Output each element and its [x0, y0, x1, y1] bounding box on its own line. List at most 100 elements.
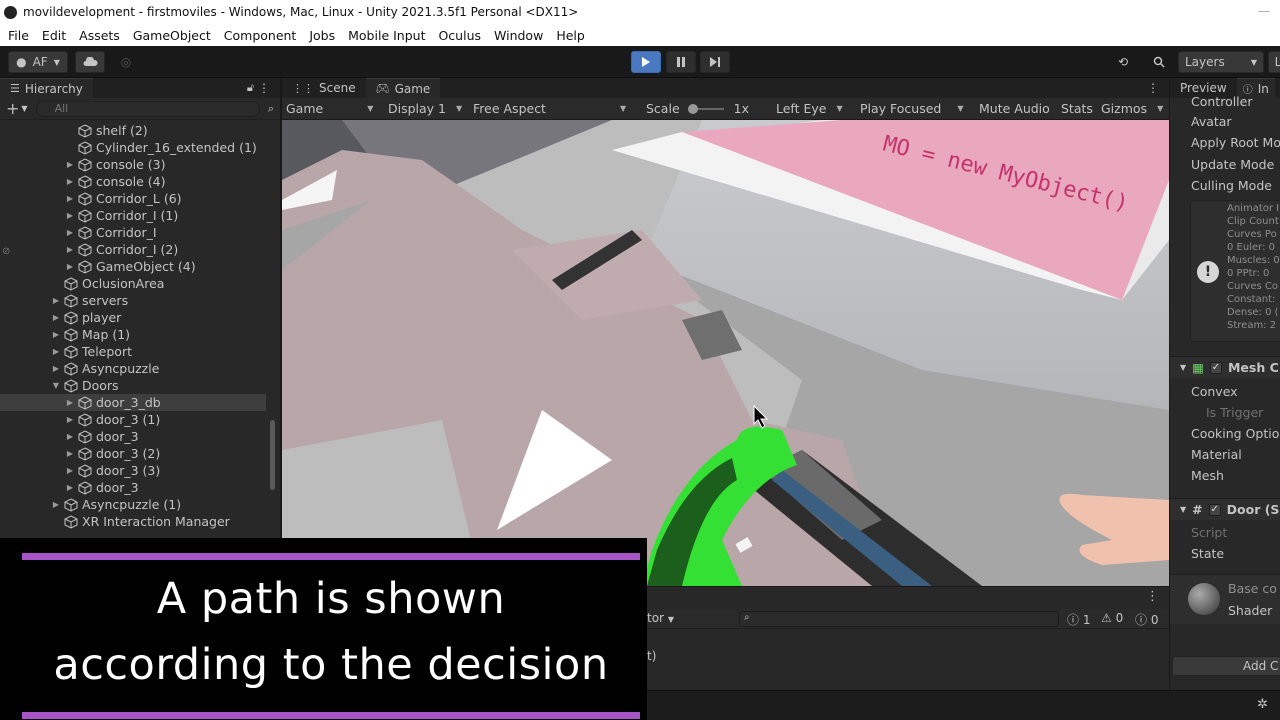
expand-arrow-icon[interactable]: ▶: [50, 500, 62, 509]
expand-arrow-icon[interactable]: ▶: [50, 347, 62, 356]
expand-arrow-icon[interactable]: ▶: [64, 262, 76, 271]
kebab-menu-icon[interactable]: ⋮: [1146, 589, 1159, 604]
search-button[interactable]: [1146, 51, 1172, 73]
expand-arrow-icon[interactable]: ▶: [64, 466, 76, 475]
pause-button[interactable]: [666, 51, 696, 73]
menu-file[interactable]: File: [8, 28, 29, 43]
lock-icon[interactable]: 🔓︎: [247, 81, 254, 95]
game-scene-render[interactable]: MO = new MyObject(): [282, 120, 1169, 586]
game-viewport[interactable]: MO = new MyObject(): [282, 120, 1169, 586]
menu-window[interactable]: Window: [494, 28, 543, 43]
tab-scene[interactable]: ⋮⋮ Scene: [282, 78, 366, 98]
game-mode-dropdown[interactable]: Game ▼: [286, 101, 373, 116]
bug-icon[interactable]: ✲: [1257, 697, 1268, 712]
hierarchy-item[interactable]: ▶ door_3 (1): [0, 411, 266, 428]
door-script-enabled-checkbox[interactable]: ✓: [1208, 503, 1221, 516]
tab-hierarchy[interactable]: ☰ Hierarchy: [0, 78, 93, 98]
play-focused-dropdown[interactable]: Play Focused ▼: [860, 101, 964, 116]
expand-arrow-icon[interactable]: ▶: [64, 432, 76, 441]
hierarchy-item[interactable]: ▶ door_3_db: [0, 394, 266, 411]
hierarchy-item[interactable]: ▶ Corridor_I (2): [0, 241, 266, 258]
hierarchy-item[interactable]: ▶ door_3 (2): [0, 445, 266, 462]
hierarchy-item[interactable]: ▶ player: [0, 309, 266, 326]
hierarchy-item[interactable]: ▶ GameObject (4): [0, 258, 266, 275]
scale-slider[interactable]: [687, 103, 724, 114]
error-count-badge[interactable]: ⓘ 0: [1135, 611, 1158, 628]
minimize-icon[interactable]: —: [1258, 4, 1270, 18]
hierarchy-item[interactable]: ▶ door_3 (3): [0, 462, 266, 479]
menu-oculus[interactable]: Oculus: [438, 28, 481, 43]
hierarchy-item[interactable]: ▶ Asyncpuzzle (1): [0, 496, 266, 513]
display-dropdown[interactable]: Display 1 ▼: [388, 101, 462, 116]
menu-help[interactable]: Help: [556, 28, 585, 43]
eye-dropdown[interactable]: Left Eye ▼: [776, 101, 843, 116]
menu-mobile-input[interactable]: Mobile Input: [348, 28, 425, 43]
add-icon[interactable]: +: [6, 99, 19, 118]
hierarchy-item[interactable]: ▶ Teleport: [0, 343, 266, 360]
menu-jobs[interactable]: Jobs: [309, 28, 335, 43]
expand-arrow-icon[interactable]: ▶: [64, 211, 76, 220]
hierarchy-item[interactable]: ▶ door_3: [0, 479, 266, 496]
slider-knob[interactable]: [687, 103, 698, 114]
console-search-input[interactable]: ⌕: [739, 611, 1059, 627]
expand-arrow-icon[interactable]: ▶: [64, 398, 76, 407]
mesh-collider-header[interactable]: ▼ ▦ ✓ Mesh C: [1170, 356, 1280, 378]
hierarchy-item[interactable]: ▼ Doors: [0, 377, 266, 394]
add-component-button[interactable]: Add C: [1172, 656, 1280, 676]
stats-toggle[interactable]: Stats: [1061, 101, 1093, 116]
expand-arrow-icon[interactable]: ▶: [64, 245, 76, 254]
chevron-down-icon[interactable]: ▼: [1180, 363, 1186, 372]
scale-control[interactable]: Scale 1x: [646, 101, 749, 116]
mesh-collider-enabled-checkbox[interactable]: ✓: [1209, 361, 1222, 374]
kebab-menu-icon[interactable]: ⋮: [1147, 81, 1159, 95]
hierarchy-item[interactable]: ▶ Corridor_I (1): [0, 207, 266, 224]
step-button[interactable]: [700, 51, 730, 73]
expand-arrow-open-icon[interactable]: ▼: [50, 381, 62, 390]
menu-component[interactable]: Component: [224, 28, 297, 43]
hierarchy-item[interactable]: ▶ servers: [0, 292, 266, 309]
scrollbar-thumb[interactable]: [270, 420, 275, 490]
hierarchy-item[interactable]: ▶ Corridor_L (6): [0, 190, 266, 207]
expand-arrow-icon[interactable]: ▶: [50, 313, 62, 322]
expand-arrow-icon[interactable]: ▶: [64, 483, 76, 492]
menu-edit[interactable]: Edit: [42, 28, 66, 43]
account-dropdown[interactable]: ● AF ▼: [8, 51, 68, 73]
hierarchy-item[interactable]: XR Interaction Manager: [0, 513, 266, 530]
hierarchy-scrollbar[interactable]: [268, 88, 276, 496]
hierarchy-item[interactable]: shelf (2): [0, 122, 266, 139]
play-button[interactable]: [631, 51, 661, 73]
layers-dropdown[interactable]: Layers ▼: [1178, 51, 1264, 73]
expand-arrow-icon[interactable]: ▶: [64, 177, 76, 186]
expand-arrow-icon[interactable]: ▶: [64, 228, 76, 237]
hierarchy-item[interactable]: OclusionArea: [0, 275, 266, 292]
expand-arrow-icon[interactable]: ▶: [64, 415, 76, 424]
expand-arrow-icon[interactable]: ▶: [64, 449, 76, 458]
tab-game[interactable]: 🎮︎ Game: [365, 78, 441, 98]
cloud-button[interactable]: [75, 51, 105, 73]
hierarchy-item[interactable]: ▶ Corridor_I: [0, 224, 266, 241]
door-script-header[interactable]: ▼ # ✓ Door (S: [1170, 498, 1280, 520]
aspect-dropdown[interactable]: Free Aspect ▼: [473, 101, 626, 116]
hierarchy-item[interactable]: ▶ Asyncpuzzle: [0, 360, 266, 377]
visibility-icon[interactable]: ⊘: [2, 246, 10, 257]
warning-count-badge[interactable]: ⚠ 0: [1101, 611, 1123, 625]
chevron-down-icon[interactable]: ▼: [21, 104, 27, 113]
expand-arrow-icon[interactable]: ▶: [64, 160, 76, 169]
expand-arrow-icon[interactable]: ▶: [50, 296, 62, 305]
hierarchy-item[interactable]: ▶ console (4): [0, 173, 266, 190]
hierarchy-item[interactable]: ▶ door_3: [0, 428, 266, 445]
chevron-down-icon[interactable]: ▼: [1180, 505, 1186, 514]
expand-arrow-icon[interactable]: ▶: [50, 364, 62, 373]
hierarchy-item[interactable]: ▶ console (3): [0, 156, 266, 173]
expand-arrow-icon[interactable]: ▶: [64, 194, 76, 203]
console-log-line[interactable]: t): [647, 649, 656, 663]
info-count-badge[interactable]: ⓘ 1: [1067, 611, 1090, 628]
hierarchy-search-input[interactable]: [35, 100, 260, 117]
window-controls[interactable]: —: [1258, 4, 1270, 18]
menu-assets[interactable]: Assets: [79, 28, 120, 43]
console-dropdown[interactable]: tor ▼: [647, 611, 674, 625]
mute-audio-toggle[interactable]: Mute Audio: [979, 101, 1050, 116]
undo-history-button[interactable]: ⟲: [1110, 51, 1136, 73]
gizmos-dropdown[interactable]: Gizmos ▼: [1101, 101, 1163, 116]
expand-arrow-icon[interactable]: ▶: [50, 330, 62, 339]
